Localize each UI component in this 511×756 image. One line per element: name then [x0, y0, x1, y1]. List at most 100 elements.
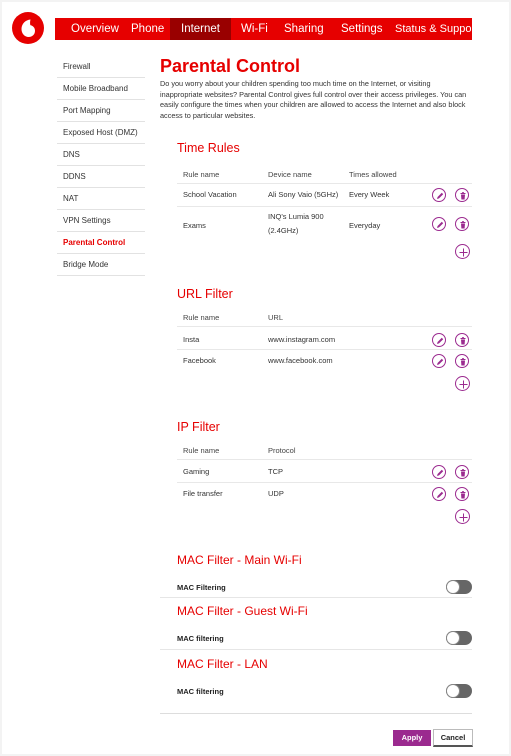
ip-rule-protocol: TCP: [268, 467, 283, 476]
mac-lan-title: MAC Filter - LAN: [177, 657, 268, 671]
pencil-icon: [437, 469, 444, 476]
mac-guest-label: MAC filtering: [177, 634, 224, 643]
divider: [177, 206, 472, 207]
mac-main-title: MAC Filter - Main Wi-Fi: [177, 553, 302, 567]
pencil-icon: [437, 337, 444, 344]
nav-overview[interactable]: Overview: [55, 18, 129, 40]
time-rule-device: Ali Sony Vaio (5GHz): [268, 190, 339, 199]
time-rule-name: School Vacation: [183, 190, 237, 199]
nav-wifi[interactable]: Wi-Fi: [231, 18, 279, 40]
divider: [177, 482, 472, 483]
nav-phone[interactable]: Phone: [129, 18, 170, 40]
main-content: Parental Control Do you worry about your…: [160, 56, 472, 121]
pencil-icon: [437, 491, 444, 498]
time-rules-title: Time Rules: [177, 141, 240, 155]
edit-button[interactable]: [432, 217, 446, 231]
apply-button[interactable]: Apply: [393, 730, 431, 746]
sidebar-item-mobile-broadband[interactable]: Mobile Broadband: [57, 78, 145, 100]
sidebar-item-nat[interactable]: NAT: [57, 188, 145, 210]
sidebar-item-dns[interactable]: DNS: [57, 144, 145, 166]
toggle-knob: [446, 684, 460, 698]
sidebar-item-parental-control[interactable]: Parental Control: [57, 232, 145, 254]
trash-icon: [460, 358, 466, 366]
divider: [160, 649, 472, 650]
delete-button[interactable]: [455, 333, 469, 347]
ip-rule-protocol: UDP: [268, 489, 284, 498]
plus-icon: [459, 248, 468, 257]
edit-button[interactable]: [432, 487, 446, 501]
sidebar-item-vpn-settings[interactable]: VPN Settings: [57, 210, 145, 232]
pencil-icon: [437, 358, 444, 365]
intro-text: Do you worry about your children spendin…: [160, 79, 467, 120]
url-filter-header-url: URL: [268, 313, 284, 322]
mac-lan-toggle[interactable]: [446, 684, 472, 698]
time-rules-header-device: Device name: [268, 170, 312, 179]
add-time-rule-button[interactable]: [455, 244, 470, 259]
url-rule-url: www.facebook.com: [268, 356, 333, 365]
mac-guest-title: MAC Filter - Guest Wi-Fi: [177, 604, 308, 618]
divider: [177, 459, 472, 460]
sidebar-item-firewall[interactable]: Firewall: [57, 56, 145, 78]
ip-filter-title: IP Filter: [177, 420, 220, 434]
sidebar-item-exposed-host[interactable]: Exposed Host (DMZ): [57, 122, 145, 144]
time-rules-header-times: Times allowed: [349, 170, 397, 179]
add-ip-filter-button[interactable]: [455, 509, 470, 524]
divider: [177, 349, 472, 350]
plus-icon: [459, 513, 468, 522]
edit-button[interactable]: [432, 188, 446, 202]
url-filter-title: URL Filter: [177, 287, 233, 301]
toggle-knob: [446, 631, 460, 645]
cancel-button[interactable]: Cancel: [433, 729, 473, 747]
pencil-icon: [437, 221, 444, 228]
url-rule-url: www.instagram.com: [268, 335, 336, 344]
pencil-icon: [437, 192, 444, 199]
delete-button[interactable]: [455, 217, 469, 231]
mac-guest-toggle[interactable]: [446, 631, 472, 645]
time-rule-times: Everyday: [349, 221, 381, 230]
delete-button[interactable]: [455, 188, 469, 202]
trash-icon: [460, 491, 466, 499]
edit-button[interactable]: [432, 465, 446, 479]
delete-button[interactable]: [455, 487, 469, 501]
divider: [177, 326, 472, 327]
trash-icon: [460, 337, 466, 345]
ip-filter-header-rule: Rule name: [183, 446, 220, 455]
edit-button[interactable]: [432, 333, 446, 347]
nav-internet[interactable]: Internet: [170, 18, 231, 40]
time-rule-device: INQ's Lumia 900: [268, 212, 324, 221]
plus-icon: [459, 380, 468, 389]
url-rule-name: Insta: [183, 335, 200, 344]
toggle-knob: [446, 580, 460, 594]
ip-rule-name: File transfer: [183, 489, 223, 498]
trash-icon: [460, 221, 466, 229]
divider: [160, 713, 472, 714]
mac-main-label: MAC Filtering: [177, 583, 226, 592]
trash-icon: [460, 192, 466, 200]
divider: [160, 597, 472, 598]
time-rules-header-rule: Rule name: [183, 170, 220, 179]
trash-icon: [460, 469, 466, 477]
time-rule-device: (2.4GHz): [268, 226, 299, 235]
sidebar-item-port-mapping[interactable]: Port Mapping: [57, 100, 145, 122]
sidebar: Firewall Mobile Broadband Port Mapping E…: [57, 56, 145, 276]
nav-status-support[interactable]: Status & Support: [391, 18, 478, 40]
delete-button[interactable]: [455, 354, 469, 368]
nav-sharing[interactable]: Sharing: [279, 18, 335, 40]
nav-settings[interactable]: Settings: [335, 18, 391, 40]
delete-button[interactable]: [455, 465, 469, 479]
add-url-filter-button[interactable]: [455, 376, 470, 391]
time-rule-name: Exams: [183, 221, 206, 230]
vodafone-logo[interactable]: [12, 12, 44, 44]
mac-lan-label: MAC filtering: [177, 687, 224, 696]
sidebar-item-ddns[interactable]: DDNS: [57, 166, 145, 188]
sidebar-item-bridge-mode[interactable]: Bridge Mode: [57, 254, 145, 276]
url-rule-name: Facebook: [183, 356, 216, 365]
top-nav: Overview Phone Internet Wi-Fi Sharing Se…: [55, 18, 478, 40]
mac-main-toggle[interactable]: [446, 580, 472, 594]
edit-button[interactable]: [432, 354, 446, 368]
time-rule-times: Every Week: [349, 190, 390, 199]
divider: [177, 183, 472, 184]
url-filter-header-rule: Rule name: [183, 313, 220, 322]
ip-filter-header-protocol: Protocol: [268, 446, 296, 455]
ip-rule-name: Gaming: [183, 467, 210, 476]
